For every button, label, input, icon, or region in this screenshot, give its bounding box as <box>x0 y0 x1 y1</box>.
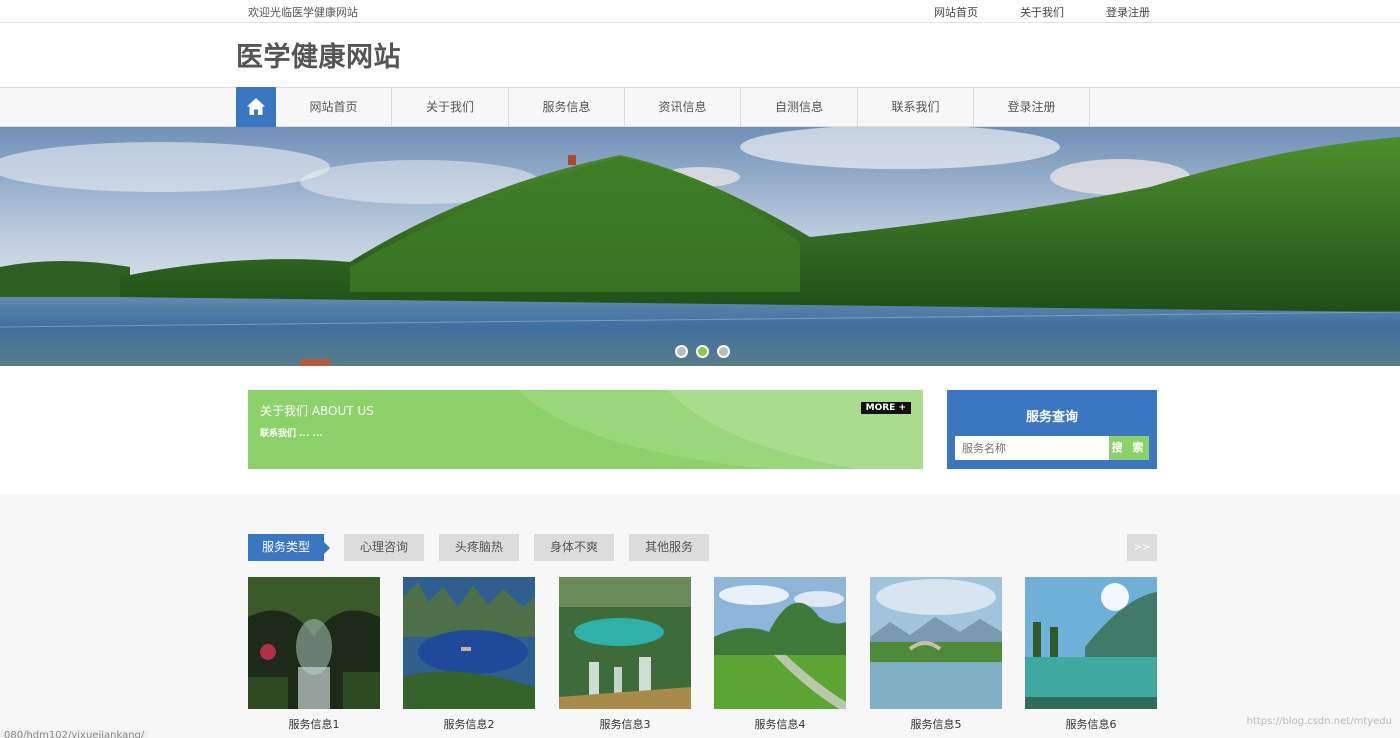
about-more-button[interactable]: MORE + <box>860 402 911 414</box>
service-image-1 <box>248 577 380 709</box>
tab-other[interactable]: 其他服务 <box>629 534 709 561</box>
service-image-5 <box>870 577 1002 709</box>
welcome-text: 欢迎光临医学健康网站 <box>248 6 358 19</box>
search-title: 服务查询 <box>1025 410 1078 425</box>
about-title: 关于我们 ABOUT US <box>260 404 374 418</box>
banner-landscape-image <box>0 127 1400 366</box>
service-caption: 服务信息2 <box>443 718 495 731</box>
service-search-panel: 服务查询 搜 索 <box>947 390 1157 469</box>
service-image-6 <box>1025 577 1157 709</box>
search-button[interactable]: 搜 索 <box>1109 436 1149 460</box>
about-text: 联系我们 ... ... <box>260 429 323 439</box>
tab-headache-fever[interactable]: 头疼脑热 <box>439 534 519 561</box>
service-caption: 服务信息1 <box>288 718 340 731</box>
browser-status-bar: 080/hdm102/yixuejiankang/ <box>0 730 149 738</box>
slide-dot-3[interactable] <box>717 345 730 358</box>
service-card[interactable]: 服务信息1 <box>248 577 380 732</box>
nav-item-login[interactable]: 登录注册 <box>974 88 1090 126</box>
service-image-4 <box>714 577 846 709</box>
service-search-input[interactable] <box>955 436 1109 460</box>
nav-item-about[interactable]: 关于我们 <box>392 88 509 126</box>
services-section: 服务类型 心理咨询 头疼脑热 身体不爽 其他服务 >> 服务信息1 服务信息2 … <box>0 494 1400 738</box>
nav-item-services[interactable]: 服务信息 <box>509 88 625 126</box>
service-caption: 服务信息5 <box>910 718 962 731</box>
site-title: 医学健康网站 <box>236 42 401 73</box>
slide-dot-2[interactable] <box>696 345 709 358</box>
service-image-2 <box>403 577 535 709</box>
service-card[interactable]: 服务信息3 <box>559 577 691 732</box>
page: 欢迎光临医学健康网站 网站首页 关于我们 登录注册 医学健康网站 网站首页 关于… <box>0 0 1400 738</box>
service-card[interactable]: 服务信息4 <box>714 577 846 732</box>
about-panel: 关于我们 ABOUT US 联系我们 ... ... MORE + <box>248 390 923 469</box>
home-icon <box>247 98 265 115</box>
hero-banner[interactable] <box>0 127 1400 366</box>
tab-service-types[interactable]: 服务类型 <box>248 534 330 561</box>
top-link-home[interactable]: 网站首页 <box>934 4 978 20</box>
watermark: https://blog.csdn.net/mtyedu <box>1246 716 1392 727</box>
top-link-login[interactable]: 登录注册 <box>1106 4 1150 20</box>
service-caption: 服务信息4 <box>754 718 806 731</box>
nav-item-home[interactable]: 网站首页 <box>276 88 392 126</box>
top-bar: 欢迎光临医学健康网站 网站首页 关于我们 登录注册 <box>0 0 1400 23</box>
services-next-button[interactable]: >> <box>1127 534 1157 561</box>
service-caption: 服务信息6 <box>1065 718 1117 731</box>
tab-unwell[interactable]: 身体不爽 <box>534 534 614 561</box>
nav-item-news[interactable]: 资讯信息 <box>625 88 741 126</box>
service-card[interactable]: 服务信息5 <box>870 577 1002 732</box>
tab-psychological[interactable]: 心理咨询 <box>344 534 424 561</box>
service-caption: 服务信息3 <box>599 718 651 731</box>
nav-item-selftest[interactable]: 自测信息 <box>741 88 858 126</box>
service-card[interactable]: 服务信息6 <box>1025 577 1157 732</box>
service-image-3 <box>559 577 691 709</box>
site-header: 医学健康网站 <box>0 23 1400 87</box>
main-nav: 网站首页 关于我们 服务信息 资讯信息 自测信息 联系我们 登录注册 <box>0 87 1400 128</box>
service-card[interactable]: 服务信息2 <box>403 577 535 732</box>
top-link-about[interactable]: 关于我们 <box>1020 4 1064 20</box>
slide-dot-1[interactable] <box>675 345 688 358</box>
nav-home-button[interactable] <box>236 87 276 128</box>
nav-item-contact[interactable]: 联系我们 <box>858 88 974 126</box>
